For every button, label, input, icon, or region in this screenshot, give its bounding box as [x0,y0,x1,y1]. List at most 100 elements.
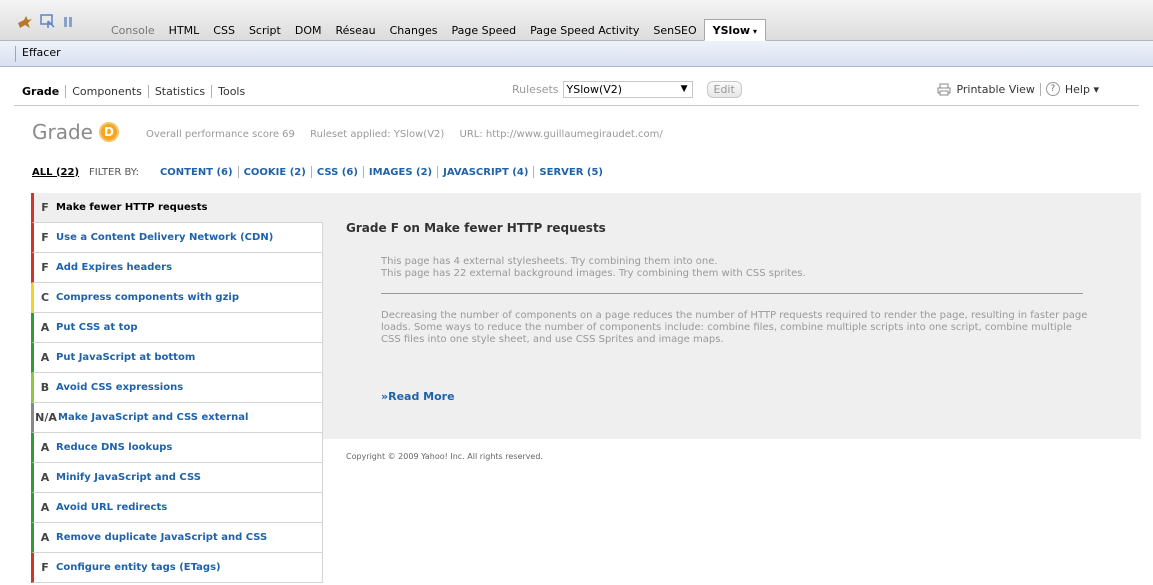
rule-title: Make fewer HTTP requests [56,202,208,213]
rule-title: Make JavaScript and CSS external [58,412,249,423]
filter-cookie[interactable]: COOKIE (2) [239,167,311,178]
rule-title: Avoid CSS expressions [56,382,184,393]
rule-title: Compress components with gzip [56,292,239,303]
firebug-tab-css[interactable]: CSS [206,20,242,41]
rule-title: Add Expires headers [56,262,173,273]
filter-css[interactable]: CSS (6) [312,167,363,178]
rule-title: Put CSS at top [56,322,138,333]
rule-grade: N/A [35,411,57,424]
rule-detail-panel: Grade F on Make fewer HTTP requests This… [323,193,1141,439]
rule-title: Avoid URL redirects [56,502,168,513]
tab-statistics[interactable]: Statistics [149,85,211,98]
firebug-tab-dom[interactable]: DOM [288,20,329,41]
rule-grade: F [41,261,49,274]
firebug-tab-page-speed-activity[interactable]: Page Speed Activity [523,20,646,41]
grade-title: Grade [32,120,93,144]
rule-grade: C [40,291,50,304]
rulesets-control: Rulesets YSlow(V2) ▼ Edit [512,81,742,98]
tab-components[interactable]: Components [66,85,148,98]
firebug-tab-label: HTML [168,24,200,37]
firebug-tab-label: Page Speed [451,24,517,37]
toolbar-separator [15,46,16,62]
rule-grade: F [41,201,49,214]
rule-item[interactable]: A Reduce DNS lookups [31,433,323,463]
edit-ruleset-button[interactable]: Edit [706,81,742,98]
rule-item[interactable]: B Avoid CSS expressions [31,373,323,403]
firebug-tab-label: YSlow [712,24,751,37]
rule-grade: F [41,231,49,244]
rule-grade: A [40,321,50,334]
rule-grade: A [40,531,50,544]
grade-header: Grade D [32,120,119,144]
finding-message: This page has 4 external stylesheets. Tr… [381,256,718,267]
rule-detail-title: Grade F on Make fewer HTTP requests [346,221,606,235]
copyright-text: Copyright © 2009 Yahoo! Inc. All rights … [346,452,543,461]
firebug-tab-list: Console HTML CSS Script DOM Réseau Changes Page… [104,19,767,42]
firebug-tab-html[interactable]: HTML [162,20,207,41]
filter-javascript[interactable]: JAVASCRIPT (4) [438,167,533,178]
firebug-tab-label: CSS [213,24,235,37]
rule-findings: This page has 4 external stylesheets. Tr… [381,256,806,280]
firebug-toolbar: Console HTML CSS Script DOM Réseau Changes Page… [0,0,1153,41]
yslow-toolbar: Grade Components Statistics Tools Rulese… [14,76,1139,106]
overall-grade-badge: D [98,122,119,142]
clear-button[interactable]: Effacer [22,46,61,59]
rule-item[interactable]: N/A Make JavaScript and CSS external [31,403,323,433]
tab-grade[interactable]: Grade [22,85,65,98]
firebug-tab-script[interactable]: Script [242,20,288,41]
caret-down-icon: ▾ [753,27,758,36]
rule-grade: A [40,351,50,364]
inspect-icon[interactable] [40,14,56,30]
rule-title: Remove duplicate JavaScript and CSS [56,532,268,543]
firebug-tab-r-seau[interactable]: Réseau [328,20,382,41]
rule-item[interactable]: A Minify JavaScript and CSS [31,463,323,493]
page-url: URL: http://www.guillaumegiraudet.com/ [459,129,663,140]
firebug-bug-icon[interactable] [16,14,34,30]
help-menu[interactable]: Help ▾ [1065,83,1099,96]
rule-item[interactable]: F Configure entity tags (ETags) [31,553,323,583]
rule-item[interactable]: A Put CSS at top [31,313,323,343]
rule-item[interactable]: F Add Expires headers [31,253,323,283]
rule-item[interactable]: A Remove duplicate JavaScript and CSS [31,523,323,553]
printable-view-link[interactable]: Printable View [956,83,1034,96]
filter-by-label: FILTER BY: [89,166,139,178]
firebug-tab-senseo[interactable]: SenSEO [646,20,703,41]
rule-grade: A [40,441,50,454]
filter-server[interactable]: SERVER (5) [534,167,608,178]
rule-title: Put JavaScript at bottom [56,352,196,363]
rule-description: Decreasing the number of components on a… [381,310,1088,345]
firebug-tab-console[interactable]: Console [104,20,162,41]
firebug-tab-yslow[interactable]: YSlow ▾ [703,19,767,41]
rule-item[interactable]: F Use a Content Delivery Network (CDN) [31,223,323,253]
detail-divider [381,293,1083,294]
tab-tools[interactable]: Tools [212,85,251,98]
rule-grade: B [40,381,50,394]
firebug-tab-page-speed[interactable]: Page Speed [444,20,523,41]
rule-item[interactable]: A Put JavaScript at bottom [31,343,323,373]
rule-item[interactable]: C Compress components with gzip [31,283,323,313]
filter-all[interactable]: ALL (22) [32,167,79,178]
rule-grade: A [40,501,50,514]
filter-content[interactable]: CONTENT (6) [155,167,238,178]
toolbar-separator [1039,82,1041,96]
ruleset-select[interactable]: YSlow(V2) ▼ [562,81,693,98]
firebug-tab-label: Changes [389,24,438,37]
pause-icon[interactable] [62,15,74,29]
yslow-nav: Grade Components Statistics Tools [22,85,251,98]
help-icon: ? [1045,82,1060,96]
ruleset-applied: Ruleset applied: YSlow(V2) [310,129,445,140]
rule-grade: A [40,471,50,484]
grade-meta: Overall performance score 69 Ruleset app… [146,129,675,140]
rule-item[interactable]: F Make fewer HTTP requests [31,193,324,223]
firebug-tab-label: Console [111,24,155,37]
rules-list: F Make fewer HTTP requests F Use a Content … [31,193,324,583]
firebug-icons [16,13,74,31]
printer-icon [937,83,951,95]
firebug-tab-label: Page Speed Activity [530,24,640,37]
filter-images[interactable]: IMAGES (2) [364,167,437,178]
panel-subtoolbar: Effacer [0,41,1153,67]
read-more-link[interactable]: »Read More [381,390,455,403]
rule-item[interactable]: A Avoid URL redirects [31,493,323,523]
firebug-tab-changes[interactable]: Changes [383,20,445,41]
firebug-tab-label: DOM [294,24,322,37]
